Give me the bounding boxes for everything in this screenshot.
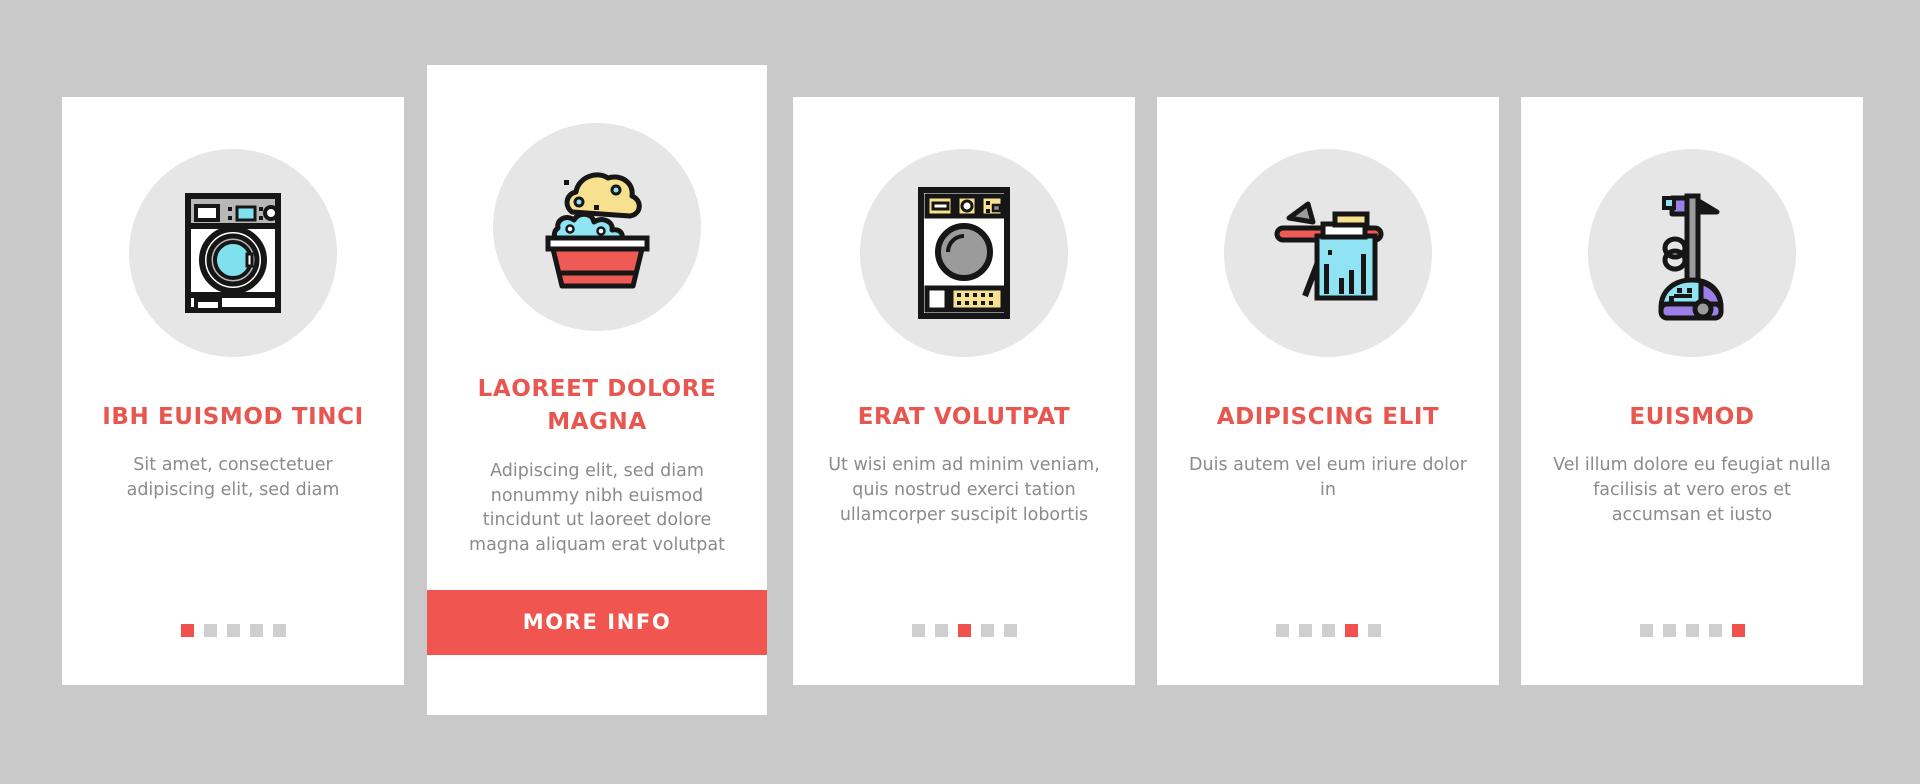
pagination-dot[interactable]	[1275, 624, 1289, 637]
pagination-dot[interactable]	[911, 624, 925, 637]
pagination-dot[interactable]	[1731, 624, 1745, 637]
pagination-dot[interactable]	[1298, 624, 1312, 637]
onboarding-card-4[interactable]: ADIPISCING ELIT Duis autem vel eum iriur…	[1157, 97, 1499, 685]
card-title-4: ADIPISCING ELIT	[1216, 404, 1440, 430]
pagination-dot[interactable]	[249, 624, 263, 637]
pagination-dot[interactable]	[980, 624, 994, 637]
text-block-2: LAOREET DOLORE MAGNA Adipiscing elit, se…	[427, 373, 767, 558]
pagination-dots-4[interactable]	[1275, 624, 1381, 637]
text-block-5: EUISMOD Vel illum dolore eu feugiat null…	[1521, 401, 1863, 528]
pagination-dot[interactable]	[1367, 624, 1381, 637]
pagination-dot[interactable]	[1662, 624, 1676, 637]
pagination-dots-5[interactable]	[1639, 624, 1745, 637]
text-block-4: ADIPISCING ELIT Duis autem vel eum iriur…	[1157, 401, 1499, 503]
card-title-3: ERAT VOLUTPAT	[857, 404, 1071, 430]
card-body-4: Duis autem vel eum iriure dolor in	[1189, 455, 1467, 501]
pagination-dot[interactable]	[180, 624, 194, 637]
ironing-board-icon	[1274, 201, 1384, 301]
card-body-2: Adipiscing elit, sed diam nonummy nibh e…	[469, 460, 725, 556]
card-title-5: EUISMOD	[1629, 404, 1755, 430]
pagination-dot[interactable]	[1685, 624, 1699, 637]
pagination-dot[interactable]	[272, 624, 286, 637]
pagination-dots-1[interactable]	[180, 624, 286, 637]
pagination-dot[interactable]	[226, 624, 240, 637]
text-block-3: ERAT VOLUTPAT Ut wisi enim ad minim veni…	[793, 401, 1135, 528]
text-block-1: IBH EUISMOD TINCI Sit amet, consectetuer…	[62, 401, 404, 503]
onboarding-card-3[interactable]: ERAT VOLUTPAT Ut wisi enim ad minim veni…	[793, 97, 1135, 685]
pagination-dot[interactable]	[957, 624, 971, 637]
pagination-dot[interactable]	[1003, 624, 1017, 637]
icon-container-4	[1157, 149, 1499, 357]
pagination-dot[interactable]	[934, 624, 948, 637]
pagination-dot[interactable]	[1344, 624, 1358, 637]
icon-bubble-3	[860, 149, 1068, 357]
icon-bubble-4	[1224, 149, 1432, 357]
onboarding-screens-stage: IBH EUISMOD TINCI Sit amet, consectetuer…	[0, 0, 1920, 784]
onboarding-card-5[interactable]: EUISMOD Vel illum dolore eu feugiat null…	[1521, 97, 1863, 685]
icon-container-1	[62, 149, 404, 357]
pagination-dot[interactable]	[203, 624, 217, 637]
pagination-dot[interactable]	[1321, 624, 1335, 637]
icon-bubble-5	[1588, 149, 1796, 357]
card-footer-3	[793, 624, 1135, 685]
card-footer-2: MORE INFO	[427, 590, 767, 715]
pagination-dots-3[interactable]	[911, 624, 1017, 637]
onboarding-card-1[interactable]: IBH EUISMOD TINCI Sit amet, consectetuer…	[62, 97, 404, 685]
icon-bubble-1	[129, 149, 337, 357]
more-info-button[interactable]: MORE INFO	[427, 590, 767, 655]
pagination-dot[interactable]	[1708, 624, 1722, 637]
card-body-1: Sit amet, consectetuer adipiscing elit, …	[126, 455, 340, 501]
pagination-dot[interactable]	[1639, 624, 1653, 637]
icon-container-2	[427, 123, 767, 331]
icon-container-3	[793, 149, 1135, 357]
card-body-3: Ut wisi enim ad minim veniam, quis nostr…	[828, 455, 1100, 526]
card-title-1: IBH EUISMOD TINCI	[102, 404, 364, 430]
card-footer-5	[1521, 624, 1863, 685]
icon-container-5	[1521, 149, 1863, 357]
card-footer-4	[1157, 624, 1499, 685]
card-title-2: LAOREET DOLORE MAGNA	[477, 376, 717, 436]
vacuum-cleaner-icon	[1658, 193, 1724, 321]
onboarding-card-2[interactable]: LAOREET DOLORE MAGNA Adipiscing elit, se…	[427, 65, 767, 715]
washing-machine-icon	[185, 193, 281, 313]
icon-bubble-2	[493, 123, 701, 331]
card-footer-1	[62, 624, 404, 685]
laundry-dryer-icon	[918, 187, 1010, 319]
laundry-basin-suds-icon	[545, 171, 649, 288]
card-body-5: Vel illum dolore eu feugiat nulla facili…	[1553, 455, 1831, 526]
